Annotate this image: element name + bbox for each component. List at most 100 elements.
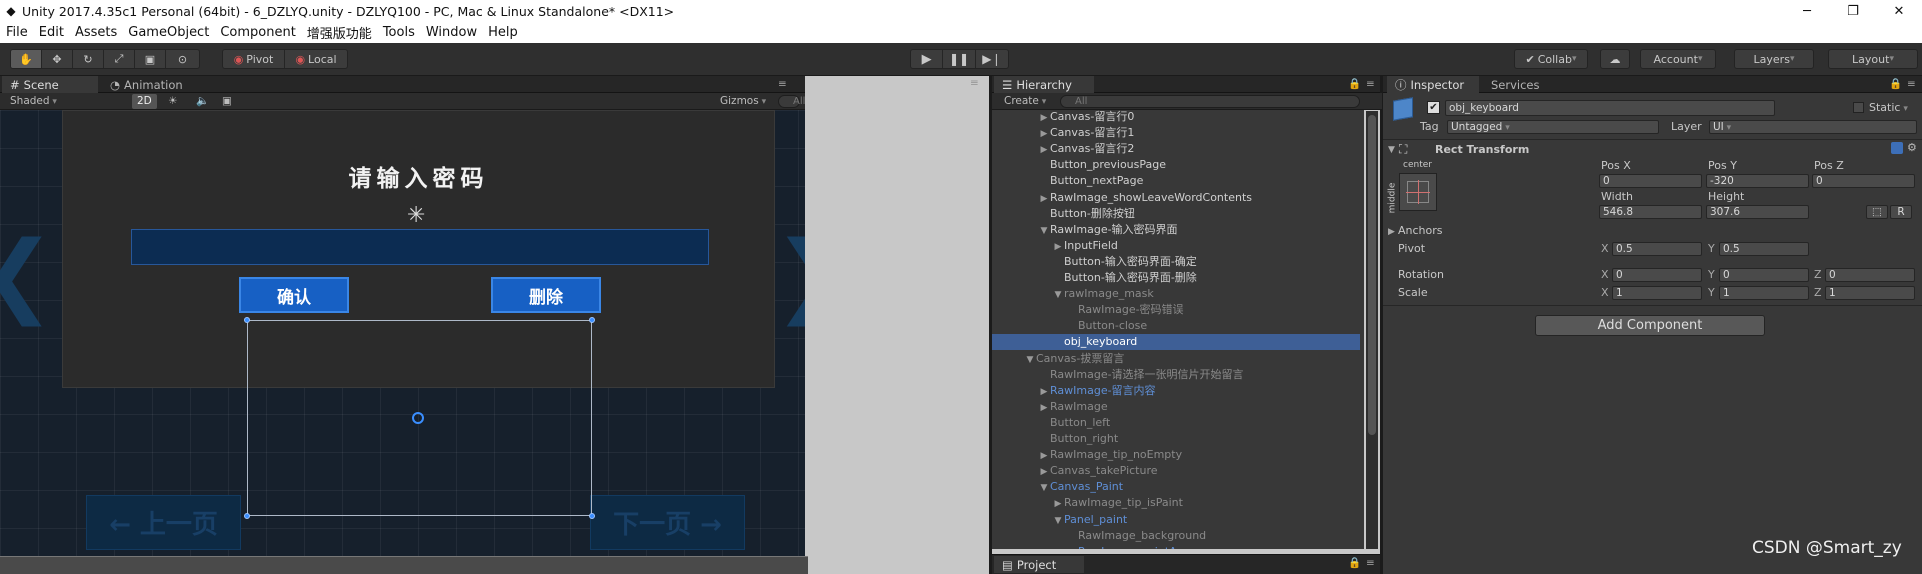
expanded-arrow-icon[interactable]: ▼ <box>1052 287 1064 303</box>
tab-inspector[interactable]: ⓘ Inspector <box>1387 76 1479 93</box>
create-dropdown[interactable]: Create <box>1004 94 1046 110</box>
expanded-arrow-icon[interactable]: ▼ <box>1024 352 1036 368</box>
help-icon[interactable] <box>1891 142 1903 154</box>
rot-z-field[interactable]: 0 <box>1825 268 1915 282</box>
hierarchy-item[interactable]: RawImage_background <box>992 528 1360 544</box>
project-menu-icon[interactable]: ≡ <box>1366 556 1375 571</box>
menu-gameobject[interactable]: GameObject <box>128 25 209 40</box>
hierarchy-item[interactable]: ▶ RawImage_tip_noEmpty <box>992 447 1360 463</box>
hierarchy-item[interactable]: ▼ Canvas-拔票留言 <box>992 351 1360 367</box>
collapsed-arrow-icon[interactable]: ▶ <box>1038 464 1050 480</box>
password-input-field[interactable] <box>131 229 709 265</box>
hierarchy-item[interactable]: Button-输入密码界面-确定 <box>992 254 1360 270</box>
collapsed-arrow-icon[interactable]: ▶ <box>1038 142 1050 158</box>
menu-tools[interactable]: Tools <box>383 25 415 40</box>
object-name-field[interactable]: obj_keyboard <box>1445 100 1775 116</box>
project-lock-icon[interactable]: 🔒 <box>1348 556 1361 571</box>
rect-handle-tr[interactable] <box>589 317 595 323</box>
audio-icon[interactable]: 🔈 <box>196 94 209 109</box>
rot-x-field[interactable]: 0 <box>1612 268 1702 282</box>
hierarchy-item[interactable]: ▼ Panel_paint <box>992 512 1360 528</box>
tag-dropdown[interactable]: Untagged <box>1447 120 1659 134</box>
pivot-button[interactable]: ◉ Pivot <box>223 50 286 68</box>
anchors-foldout-icon[interactable]: ▶ <box>1388 225 1395 239</box>
minimize-button[interactable]: ─ <box>1784 0 1830 22</box>
lighting-icon[interactable]: ☀ <box>168 94 177 109</box>
rect-foldout-icon[interactable]: ▼ <box>1388 143 1395 157</box>
menu-file[interactable]: File <box>6 25 28 40</box>
hierarchy-item[interactable]: ▶ RawImage_tip_isPaint <box>992 495 1360 511</box>
collapsed-arrow-icon[interactable]: ▶ <box>1038 448 1050 464</box>
rect-handle-tl[interactable] <box>244 317 250 323</box>
hierarchy-item[interactable]: Button_left <box>992 415 1360 431</box>
pos-x-field[interactable]: 0 <box>1599 174 1702 188</box>
pivot-handle[interactable] <box>412 412 424 424</box>
scale-z-field[interactable]: 1 <box>1825 286 1915 300</box>
rect-handle-br[interactable] <box>589 513 595 519</box>
hierarchy-item[interactable]: ▶ Canvas_takePicture <box>992 463 1360 479</box>
layer-dropdown[interactable]: UI <box>1709 120 1917 134</box>
hierarchy-item[interactable]: RawImage_paintArea <box>992 544 1360 549</box>
tab-animation[interactable]: ◔ Animation <box>102 76 202 93</box>
hierarchy-item[interactable]: ▼ Canvas_Paint <box>992 479 1360 495</box>
rotate-tool-icon[interactable]: ↻ <box>73 50 104 68</box>
scale-y-field[interactable]: 1 <box>1719 286 1809 300</box>
anchor-preset-button[interactable] <box>1399 173 1437 211</box>
shaded-dropdown[interactable]: Shaded <box>10 94 122 110</box>
rect-tool-icon[interactable]: ▣ <box>135 50 166 68</box>
active-checkbox[interactable]: ✔ <box>1427 101 1440 114</box>
hierarchy-item[interactable]: Button-删除按钮 <box>992 206 1360 222</box>
hierarchy-item[interactable]: Button-close <box>992 318 1360 334</box>
pos-y-field[interactable]: -320 <box>1706 174 1809 188</box>
hierarchy-item[interactable]: ▶ Canvas-留言行1 <box>992 125 1360 141</box>
hierarchy-item[interactable]: ▶ InputField <box>992 238 1360 254</box>
hierarchy-scroll-thumb[interactable] <box>1368 115 1376 435</box>
collapsed-arrow-icon[interactable]: ▶ <box>1038 384 1050 400</box>
hierarchy-item[interactable]: ▶ RawImage_showLeaveWordContents <box>992 190 1360 206</box>
hierarchy-item[interactable]: RawImage-密码错误 <box>992 302 1360 318</box>
panel-menu-icon[interactable]: ≡ <box>970 76 979 91</box>
scene-search-input[interactable]: All <box>778 95 805 108</box>
static-checkbox[interactable] <box>1853 102 1864 113</box>
pivot-y-field[interactable]: 0.5 <box>1719 242 1809 256</box>
collab-dropdown[interactable]: ✔ Collab <box>1514 49 1588 69</box>
account-dropdown[interactable]: Account <box>1640 49 1716 69</box>
static-label[interactable]: Static <box>1869 101 1908 116</box>
hierarchy-item[interactable]: Button_nextPage <box>992 173 1360 189</box>
menu-window[interactable]: Window <box>426 25 477 40</box>
hierarchy-item[interactable]: obj_keyboard <box>992 334 1360 351</box>
scale-x-field[interactable]: 1 <box>1612 286 1702 300</box>
gizmos-dropdown[interactable]: Gizmos <box>720 94 766 110</box>
pos-z-field[interactable]: 0 <box>1812 174 1915 188</box>
rect-handle-bl[interactable] <box>244 513 250 519</box>
collapsed-arrow-icon[interactable]: ▶ <box>1052 496 1064 512</box>
add-component-button[interactable]: Add Component <box>1535 315 1765 336</box>
hierarchy-item[interactable]: ▼ RawImage-输入密码界面 <box>992 222 1360 238</box>
restore-button[interactable]: ❐ <box>1830 0 1876 22</box>
hierarchy-item[interactable]: Button_right <box>992 431 1360 447</box>
scene-view[interactable]: ❮ ❯ ← 上一页 下一页 → 请输入密码 ✳ 确认 删除 <box>0 110 805 556</box>
scene-options-icon[interactable]: ≡ <box>778 77 787 92</box>
expanded-arrow-icon[interactable]: ▼ <box>1038 223 1050 239</box>
collapsed-arrow-icon[interactable]: ▶ <box>1052 239 1064 255</box>
step-icon[interactable]: ▶❘ <box>976 50 1008 68</box>
settings-gear-icon[interactable]: ⚙ <box>1907 141 1917 155</box>
hierarchy-item[interactable]: ▶ Canvas-留言行0 <box>992 109 1360 125</box>
tab-project[interactable]: ▤ Project <box>994 556 1084 573</box>
transform-tool-icon[interactable]: ⊙ <box>166 50 199 68</box>
hierarchy-item[interactable]: ▼ rawImage_mask <box>992 286 1360 302</box>
hierarchy-item[interactable]: ▶ Canvas-留言行2 <box>992 141 1360 157</box>
tab-scene[interactable]: # Scene <box>2 76 98 93</box>
width-field[interactable]: 546.8 <box>1599 205 1702 219</box>
cloud-button[interactable]: ☁ <box>1600 49 1630 69</box>
hand-tool-icon[interactable]: ✋ <box>11 50 42 68</box>
layers-dropdown[interactable]: Layers <box>1734 49 1814 69</box>
pause-icon[interactable]: ❚❚ <box>943 50 976 68</box>
expanded-arrow-icon[interactable]: ▼ <box>1038 480 1050 496</box>
move-tool-icon[interactable]: ✥ <box>42 50 73 68</box>
inspector-menu-icon[interactable]: ≡ <box>1907 77 1916 92</box>
hierarchy-item[interactable]: ▶ RawImage <box>992 399 1360 415</box>
collapsed-arrow-icon[interactable]: ▶ <box>1038 191 1050 207</box>
rot-y-field[interactable]: 0 <box>1719 268 1809 282</box>
menu-edit[interactable]: Edit <box>39 25 64 40</box>
